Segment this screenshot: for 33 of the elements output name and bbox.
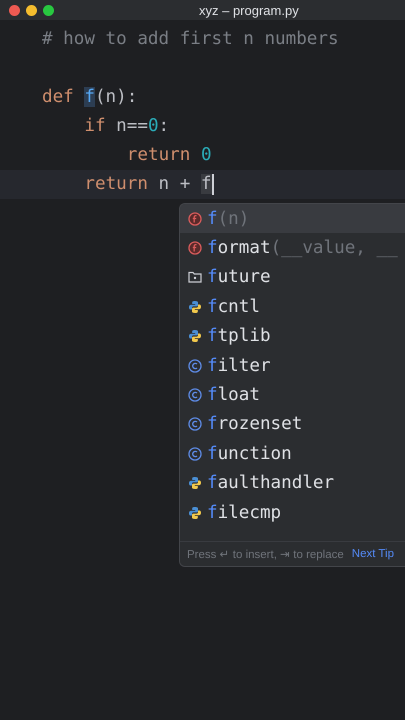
completion-item[interactable]: f rozenset xyxy=(180,410,405,440)
class-icon xyxy=(188,446,202,461)
minimize-button[interactable] xyxy=(26,4,37,16)
class-icon xyxy=(188,358,202,373)
function-icon xyxy=(188,212,202,226)
completion-item[interactable]: faulthandler xyxy=(180,468,405,498)
python-icon xyxy=(188,506,202,520)
completion-item[interactable]: fcntl xyxy=(180,292,405,322)
folder-icon xyxy=(188,271,202,284)
completion-item[interactable]: future xyxy=(180,262,405,292)
class-icon xyxy=(188,417,202,432)
window-title: xyz – program.py xyxy=(199,2,299,18)
python-icon xyxy=(188,300,202,314)
completion-item[interactable]: float xyxy=(180,380,405,410)
code-line: return n + f xyxy=(84,173,212,196)
close-button[interactable] xyxy=(9,4,20,16)
class-icon xyxy=(188,388,202,402)
python-icon xyxy=(188,329,202,344)
function-icon xyxy=(188,241,202,256)
completion-item[interactable]: filter xyxy=(180,350,405,380)
code-line: if n==0: xyxy=(84,115,170,138)
next-tip-link[interactable]: Next Tip xyxy=(352,548,394,560)
text-cursor xyxy=(212,174,214,195)
completion-item[interactable]: format(__value, __ xyxy=(180,233,405,263)
code-line: return 0 xyxy=(126,144,212,167)
code-comment: # how to add first n numbers xyxy=(42,28,339,51)
zoom-button[interactable] xyxy=(43,4,54,16)
python-icon xyxy=(188,476,202,490)
code-line: def f(n): xyxy=(42,86,138,109)
hint-text: Press ↵ to insert, ⇥ to replace xyxy=(187,548,344,562)
completion-item[interactable]: function xyxy=(180,439,405,469)
completion-item[interactable]: filecmp xyxy=(180,498,405,528)
completion-item[interactable]: ftplib xyxy=(180,322,405,351)
